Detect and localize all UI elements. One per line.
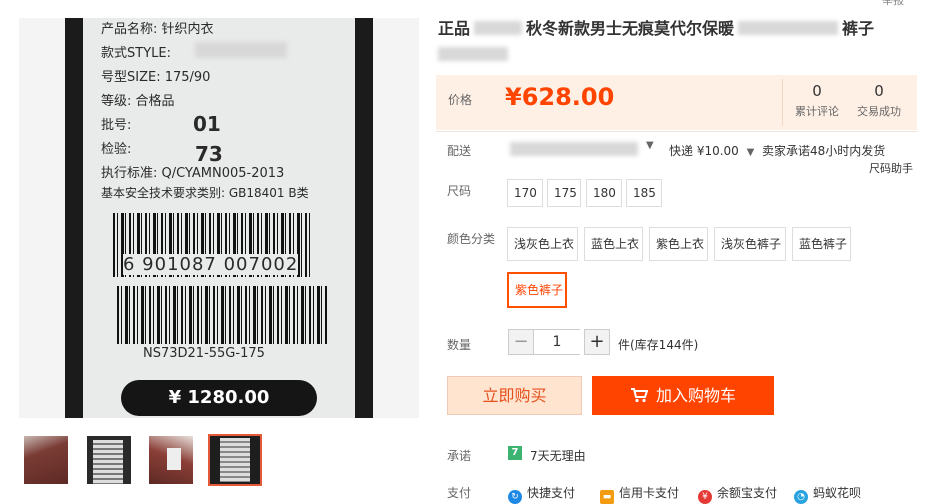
barcode-2	[117, 286, 327, 344]
quantity-minus-button[interactable]: −	[508, 329, 534, 355]
tag-line-name: 产品名称: 针织内衣	[101, 22, 214, 37]
price-box: 价格 ¥628.00 0 累计评论 0 交易成功	[436, 75, 917, 130]
ship-promise: 卖家承诺48小时内发货	[762, 144, 886, 158]
sales-count: 0	[874, 82, 884, 100]
pay-credit-label: 信用卡支付	[619, 486, 680, 500]
color-option-blue-top[interactable]: 蓝色上衣	[584, 227, 643, 261]
stock-text: 件(库存144件)	[618, 338, 699, 352]
size-helper-link[interactable]: 尺码助手	[869, 160, 913, 176]
pay-yuebao[interactable]: ¥ 余额宝支付	[698, 484, 777, 504]
barcode-number: 6 901087 007002	[123, 254, 299, 275]
color-option-lightgray-pants[interactable]: 浅灰色裤子	[714, 227, 786, 261]
size-option-180[interactable]: 180	[586, 179, 622, 207]
title-suffix: 裤子	[842, 19, 875, 38]
tag-line-size: 号型SIZE: 175/90	[101, 70, 211, 85]
divider	[782, 79, 783, 126]
reviews-label: 累计评论	[795, 105, 839, 118]
report-link[interactable]: 举报	[882, 0, 904, 8]
blurred-title	[738, 21, 839, 35]
yuebao-icon: ¥	[698, 490, 712, 504]
thumbnail-2[interactable]	[85, 434, 133, 486]
color-option-purple-pants-selected[interactable]: 紫色裤子	[507, 272, 567, 308]
blurred-style	[195, 42, 287, 58]
shipping-method[interactable]: 快递 ¥10.00 ▼	[669, 142, 754, 159]
tag-line-batch: 批号:	[101, 118, 132, 133]
add-to-cart-button[interactable]: 加入购物车	[592, 376, 774, 415]
thumbnail-4-selected[interactable]	[208, 434, 262, 486]
tag-price: ¥ 1280.00	[121, 380, 317, 416]
delivery-label: 配送	[447, 144, 472, 158]
add-to-cart-label: 加入购物车	[655, 386, 736, 405]
title-prefix: 正品	[438, 19, 471, 38]
tag-line-grade: 等级: 合格品	[101, 94, 175, 109]
pay-credit[interactable]: ▬ 信用卡支付	[600, 484, 679, 504]
reviews-count: 0	[812, 82, 822, 100]
shipping-method-text: 快递 ¥10.00	[669, 144, 739, 158]
quantity-plus-button[interactable]: +	[584, 329, 610, 355]
thumbnail-3[interactable]	[147, 434, 195, 486]
quick-pay-icon: ↻	[508, 490, 522, 504]
payment-label: 支付	[447, 486, 472, 500]
quantity-label: 数量	[447, 338, 472, 352]
thumbnail-1[interactable]	[22, 434, 70, 486]
cart-icon	[630, 388, 649, 403]
blurred-brand	[474, 21, 523, 35]
size-option-175[interactable]: 175	[547, 179, 581, 207]
title-main: 秋冬新款男士无痕莫代尔保暖	[526, 19, 735, 38]
garment-tag: 产品名称: 针织内衣 款式STYLE: 号型SIZE: 175/90 等级: 合…	[83, 18, 355, 418]
tag-line-safety: 基本安全技术要求类别: GB18401 B类	[101, 186, 309, 200]
color-option-blue-pants[interactable]: 蓝色裤子	[792, 227, 851, 261]
size-option-170[interactable]: 170	[507, 179, 543, 207]
seven-day-return-text[interactable]: 7天无理由	[530, 447, 586, 464]
promise-label: 承诺	[447, 449, 472, 463]
buy-now-button[interactable]: 立即购买	[447, 376, 582, 415]
location-chevron-icon[interactable]: ▼	[646, 140, 654, 151]
blurred-location	[510, 142, 638, 156]
sales-stat[interactable]: 0 交易成功	[849, 82, 909, 119]
size-option-185[interactable]: 185	[626, 179, 662, 207]
color-option-purple-top[interactable]: 紫色上衣	[649, 227, 708, 261]
product-photo: 产品名称: 针织内衣 款式STYLE: 号型SIZE: 175/90 等级: 合…	[65, 18, 373, 418]
tag-line-standard: 执行标准: Q/CYAMN005-2013	[101, 166, 285, 181]
main-product-image[interactable]: 产品名称: 针织内衣 款式STYLE: 号型SIZE: 175/90 等级: 合…	[19, 18, 419, 418]
sales-label: 交易成功	[857, 105, 901, 118]
color-option-lightgray-top[interactable]: 浅灰色上衣	[507, 227, 578, 261]
separator	[436, 131, 917, 132]
tag-code: NS73D21-55G-175	[143, 346, 265, 361]
reviews-stat[interactable]: 0 累计评论	[788, 82, 846, 119]
tag-line-style: 款式STYLE:	[101, 46, 171, 61]
color-label: 颜色分类	[447, 232, 496, 246]
pay-huabei-label: 蚂蚁花呗	[813, 486, 862, 500]
price-value: ¥628.00	[505, 83, 615, 111]
quantity-input[interactable]: 1	[534, 329, 580, 355]
blurred-title-line2	[438, 47, 508, 61]
pay-huabei[interactable]: ◔ 蚂蚁花呗	[794, 484, 861, 504]
huabei-icon: ◔	[794, 490, 808, 504]
pay-yuebao-label: 余额宝支付	[717, 486, 778, 500]
tag-batch-value: 01	[193, 112, 221, 136]
tag-line-check: 检验:	[101, 142, 132, 157]
shipping-chevron-icon: ▼	[746, 147, 755, 158]
price-label: 价格	[448, 93, 473, 107]
seven-day-return-icon: 7	[508, 446, 522, 460]
credit-card-icon: ▬	[600, 490, 614, 504]
product-title: 正品 秋冬新款男士无痕莫代尔保暖 裤子	[438, 16, 918, 68]
pay-quick[interactable]: ↻ 快捷支付	[508, 484, 575, 504]
pay-quick-label: 快捷支付	[527, 486, 576, 500]
size-label: 尺码	[447, 184, 472, 198]
